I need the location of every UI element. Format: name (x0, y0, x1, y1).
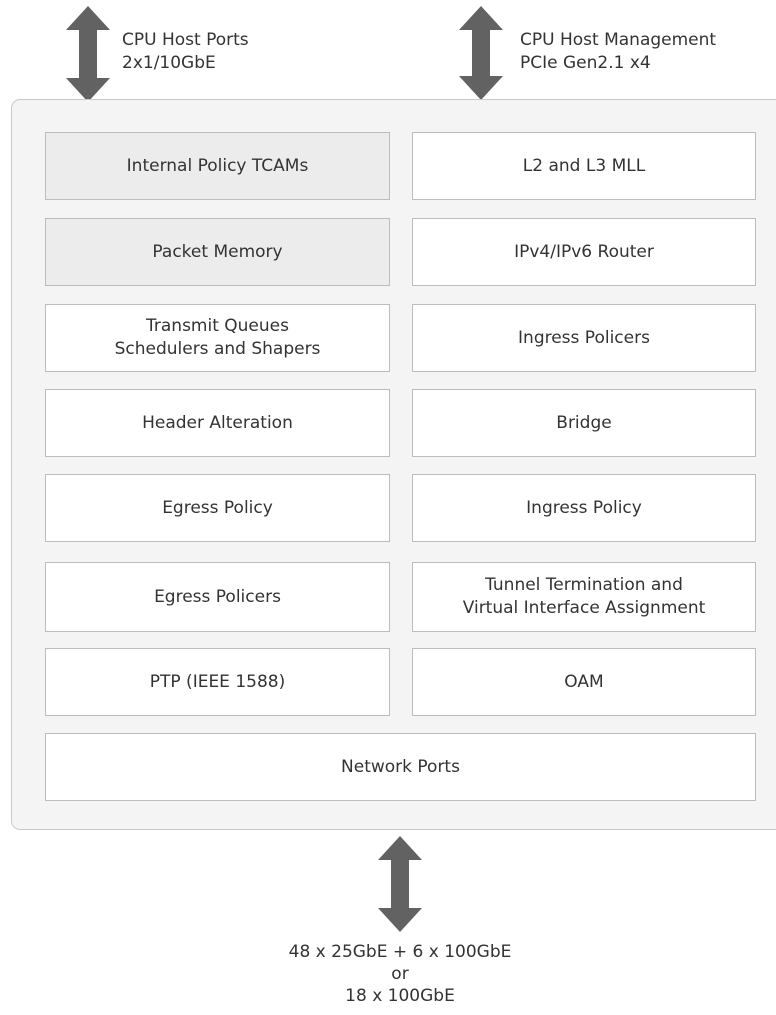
cpu-host-ports-label: CPU Host Ports 2x1/10GbE (122, 29, 249, 75)
block-label: Header Alteration (142, 412, 293, 433)
block-ingress-policers: Ingress Policers (412, 304, 756, 372)
cpu-host-management-title: CPU Host Management (520, 30, 717, 50)
block-oam: OAM (412, 648, 756, 716)
cpu-host-ports-speed: 2x1/10GbE (122, 53, 216, 73)
block-label: Internal Policy TCAMs (126, 155, 309, 176)
network-ports-speed-label: 48 x 25GbE + 6 x 100GbE or 18 x 100GbE (200, 941, 600, 1007)
block-l2-l3-mll: L2 and L3 MLL (412, 132, 756, 200)
block-egress-policers: Egress Policers (45, 562, 390, 632)
block-label: Ingress Policy (526, 497, 642, 518)
block-header-alteration: Header Alteration (45, 389, 390, 457)
block-transmit-queues: Transmit Queues Schedulers and Shapers (45, 304, 390, 372)
block-label: Packet Memory (152, 241, 283, 262)
network-ports-arrow-icon (378, 836, 422, 932)
block-label: PTP (IEEE 1588) (149, 671, 286, 692)
block-tunnel-termination: Tunnel Termination and Virtual Interface… (412, 562, 756, 632)
block-label: Bridge (556, 412, 612, 433)
chip-container (11, 99, 776, 830)
block-label: Egress Policy (162, 497, 273, 518)
block-bridge: Bridge (412, 389, 756, 457)
block-label: Network Ports (341, 756, 460, 777)
block-label: OAM (564, 671, 604, 692)
block-ipv4-ipv6-router: IPv4/IPv6 Router (412, 218, 756, 286)
block-packet-memory: Packet Memory (45, 218, 390, 286)
block-label-line-2: Schedulers and Shapers (114, 339, 321, 359)
block-label: Egress Policers (154, 586, 281, 607)
block-label: Ingress Policers (518, 327, 650, 348)
bottom-label-line-2: or (391, 964, 409, 984)
cpu-host-ports-arrow-icon (66, 6, 110, 102)
cpu-host-management-interface: PCIe Gen2.1 x4 (520, 53, 651, 73)
block-label: IPv4/IPv6 Router (514, 241, 654, 262)
block-label-line-1: Transmit Queues (146, 316, 289, 336)
block-label-line-2: Virtual Interface Assignment (462, 598, 706, 618)
arrow-shape (459, 6, 503, 100)
arrow-shape (378, 836, 422, 932)
cpu-host-management-arrow-icon (459, 6, 503, 100)
block-label: L2 and L3 MLL (522, 155, 646, 176)
block-ingress-policy: Ingress Policy (412, 474, 756, 542)
bottom-label-line-1: 48 x 25GbE + 6 x 100GbE (288, 942, 512, 962)
block-network-ports: Network Ports (45, 733, 756, 801)
block-label-line-1: Tunnel Termination and (485, 575, 683, 595)
arrow-shape (66, 6, 110, 102)
cpu-host-management-label: CPU Host Management PCIe Gen2.1 x4 (520, 29, 716, 75)
bottom-label-line-3: 18 x 100GbE (345, 986, 455, 1006)
block-egress-policy: Egress Policy (45, 474, 390, 542)
block-internal-policy-tcams: Internal Policy TCAMs (45, 132, 390, 200)
cpu-host-ports-title: CPU Host Ports (122, 30, 249, 50)
block-ptp: PTP (IEEE 1588) (45, 648, 390, 716)
